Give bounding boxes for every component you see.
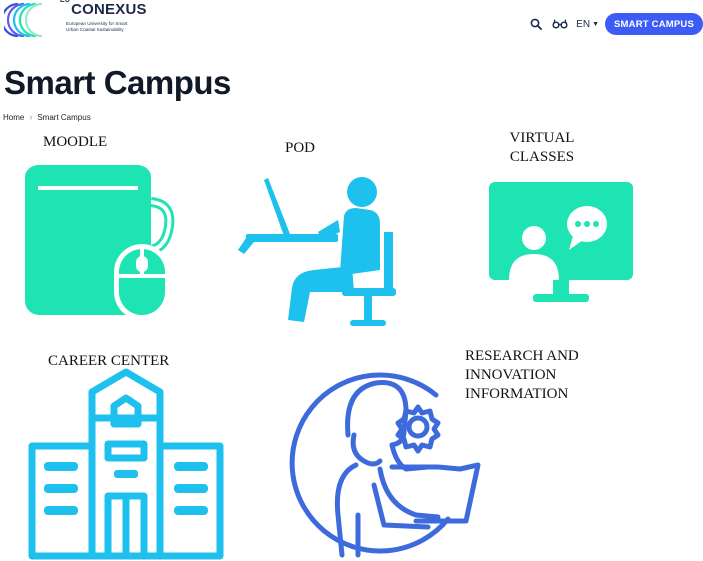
research-label-line1: RESEARCH AND [465,348,579,364]
video-call-icon[interactable] [487,178,635,306]
chevron-down-icon: ▼ [592,20,600,28]
language-selector[interactable]: EN ▼ [576,19,599,30]
moodle-label[interactable]: MOODLE [43,133,107,152]
breadcrumb-current: Smart Campus [37,112,91,122]
conexus-logo-icon [4,2,43,38]
smart-campus-button[interactable]: SMART CAMPUS [605,13,703,35]
header-actions: EN ▼ SMART CAMPUS [524,13,703,35]
site-header: EUCONEXUS European University for Smart … [0,0,703,42]
logo-name: CONEXUS [71,1,147,18]
language-label: EN [576,18,591,30]
breadcrumb: Home › Smart Campus [3,112,91,122]
logo-tagline-line2: Urban Coastal Sustainability [66,27,124,32]
virtual-classes-label[interactable]: VIRTUAL CLASSES [490,129,594,167]
virtual-classes-label-line2: CLASSES [509,149,575,165]
conexus-logo[interactable]: EUCONEXUS European University for Smart … [4,0,154,40]
logo-prefix: EU [60,0,71,4]
search-icon[interactable] [524,14,548,34]
pod-label[interactable]: POD [285,139,315,158]
logo-tagline: European University for Smart Urban Coas… [66,21,146,33]
building-icon[interactable] [28,366,224,560]
page-title: Smart Campus [4,64,231,101]
book-mouse-icon[interactable] [22,162,188,322]
glasses-icon[interactable] [548,14,572,34]
breadcrumb-separator-icon: › [29,112,33,122]
researcher-gear-icon[interactable] [288,365,488,559]
logo-wordmark: EUCONEXUS [60,0,147,18]
breadcrumb-home[interactable]: Home [3,113,24,122]
virtual-classes-label-line1: VIRTUAL [509,130,575,146]
person-laptop-icon[interactable] [234,170,404,330]
